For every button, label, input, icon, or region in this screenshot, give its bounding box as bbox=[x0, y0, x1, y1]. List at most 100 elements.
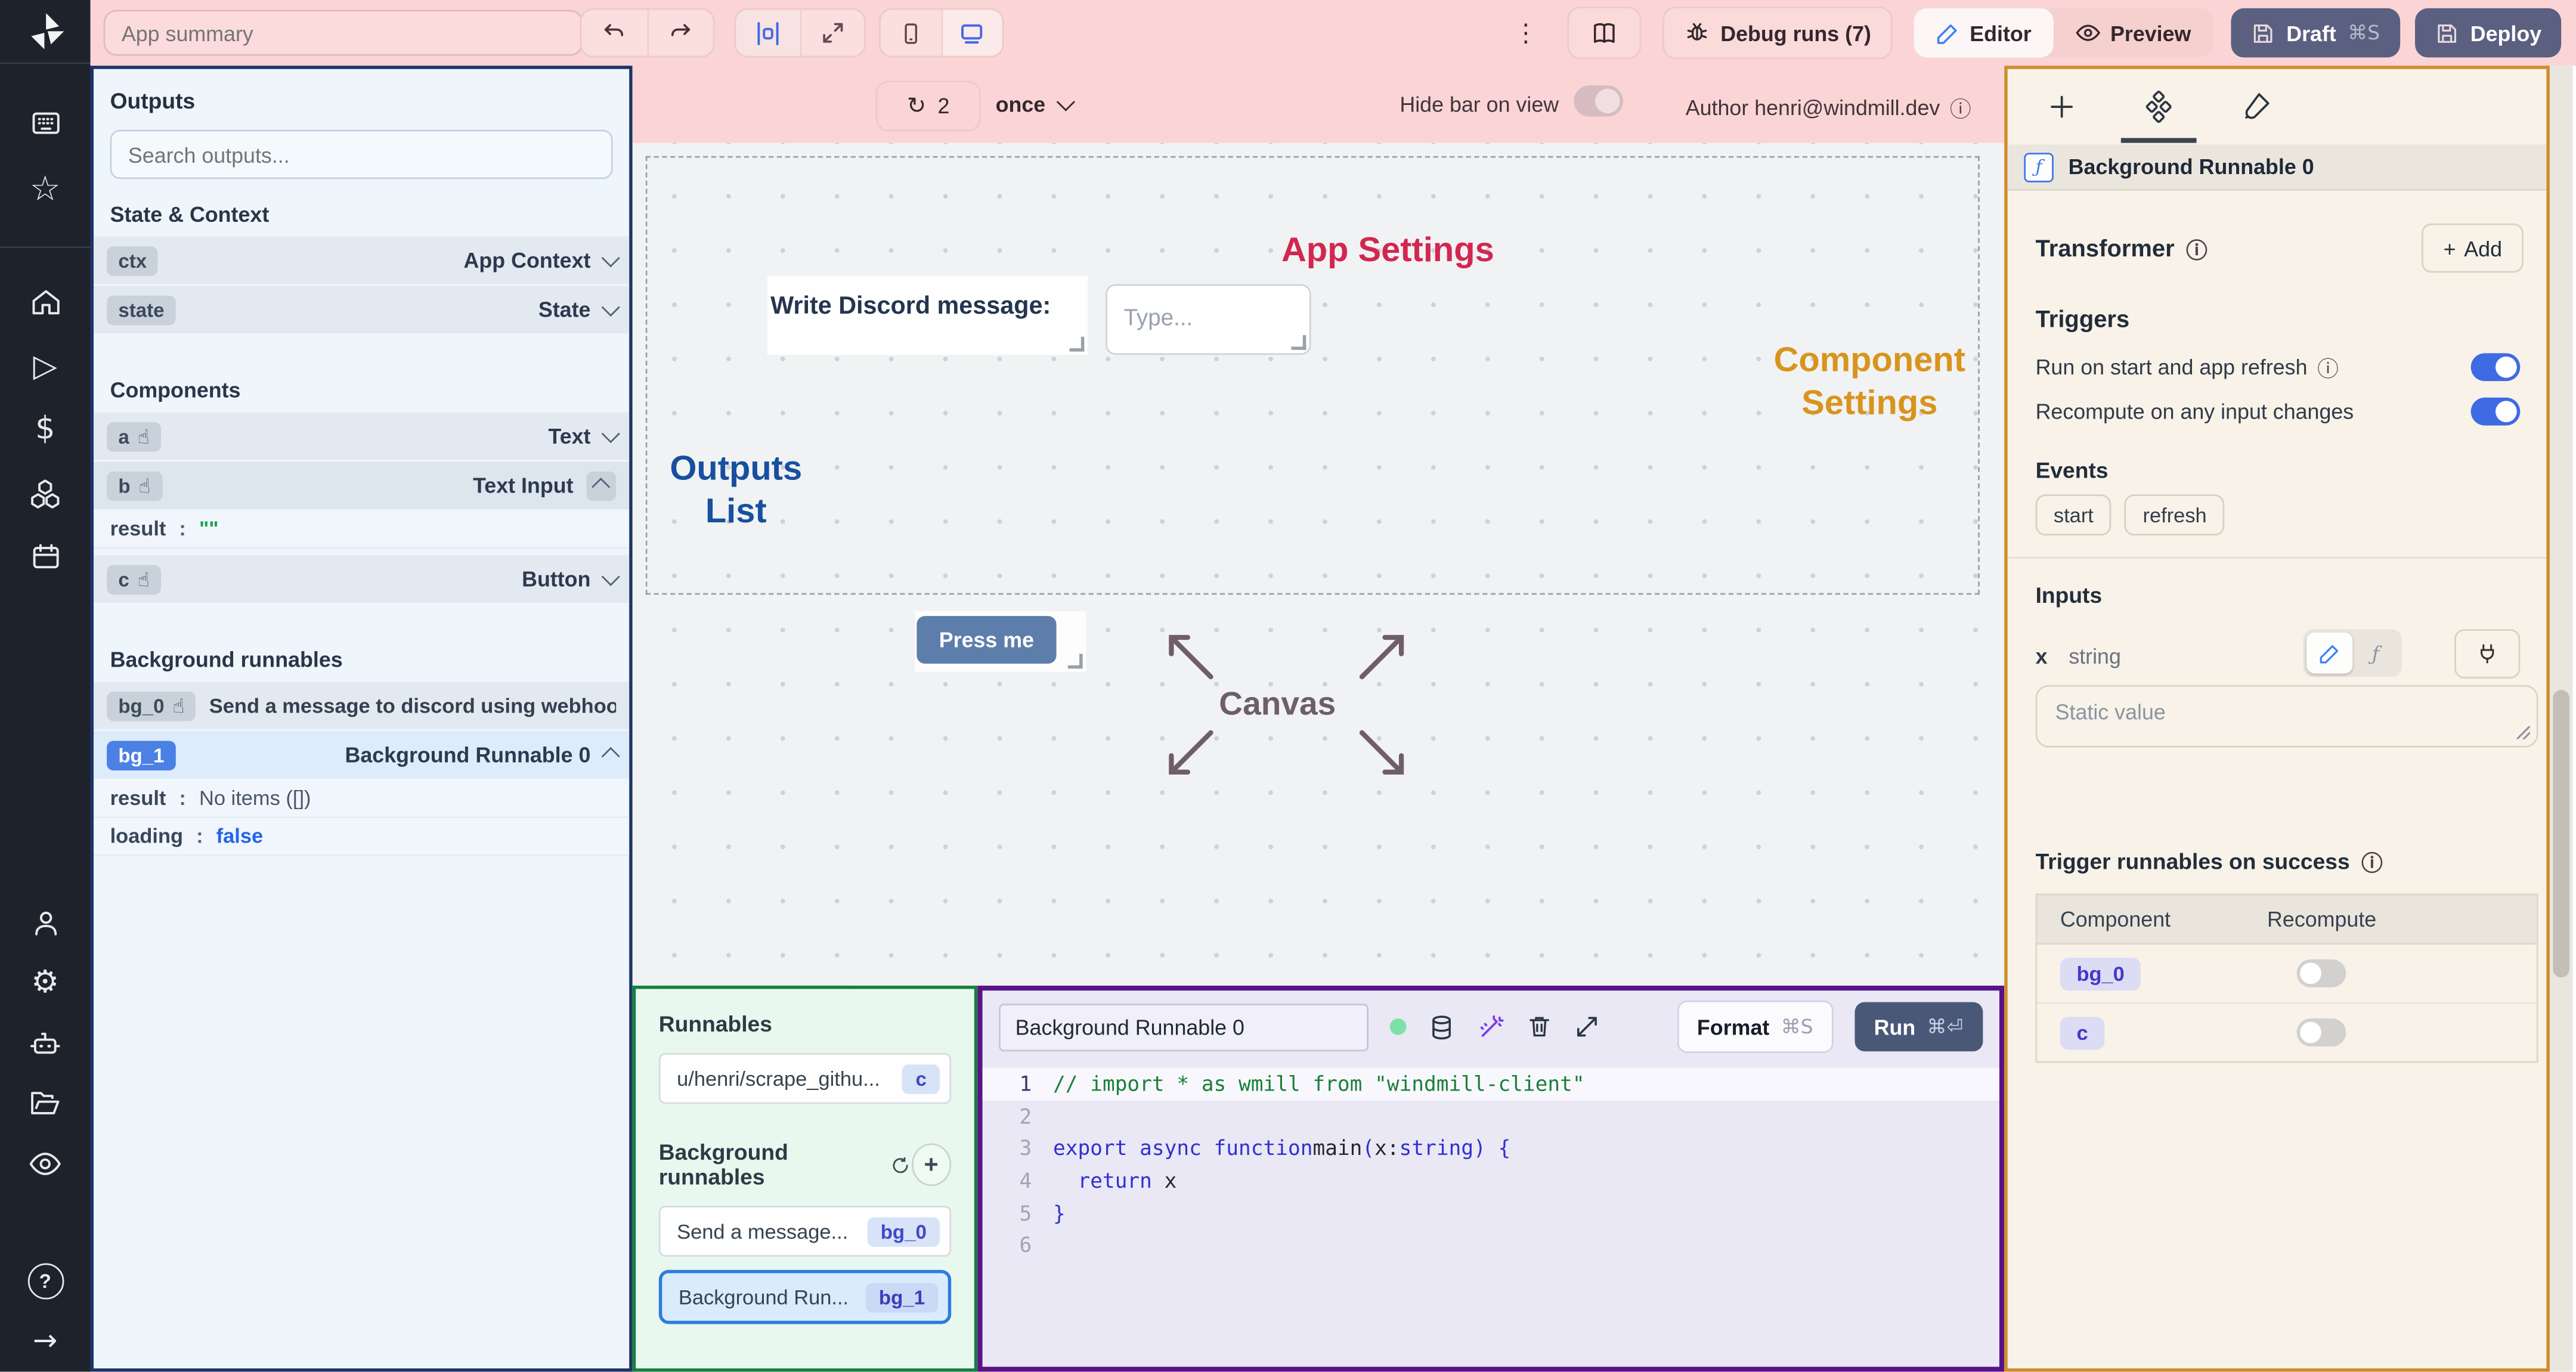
chevron-down-icon[interactable] bbox=[601, 298, 619, 316]
schedule-dropdown[interactable]: once bbox=[996, 80, 1075, 128]
docs-button[interactable] bbox=[1568, 7, 1642, 60]
right-scrollbar[interactable] bbox=[2549, 66, 2573, 1372]
code-editor[interactable]: 1 // import * as wmill from "windmill-cl… bbox=[982, 1067, 1999, 1367]
runnable-item-bg0[interactable]: Send a message... bg_0 bbox=[658, 1206, 952, 1257]
text-input-component-b[interactable]: Type... bbox=[1106, 284, 1311, 355]
connect-plug-icon[interactable] bbox=[2454, 629, 2521, 679]
resize-handle[interactable] bbox=[1069, 336, 1085, 352]
runs-icon[interactable]: ▷ bbox=[0, 335, 91, 398]
events-heading: Events bbox=[2035, 458, 2109, 483]
chevron-down-icon[interactable] bbox=[601, 425, 619, 442]
format-button[interactable]: Format ⌘S bbox=[1677, 1000, 1833, 1054]
run-button[interactable]: Run ⌘⏎ bbox=[1854, 1002, 1983, 1052]
eval-mode-function-icon[interactable]: ƒ bbox=[2352, 633, 2398, 674]
recompute-toggle[interactable] bbox=[2470, 397, 2521, 426]
run-on-start-toggle[interactable] bbox=[2470, 353, 2521, 382]
draft-label: Draft bbox=[2286, 20, 2336, 45]
hide-bar-toggle[interactable] bbox=[1574, 85, 1624, 117]
runnable-name-input[interactable] bbox=[999, 1002, 1368, 1051]
home-icon[interactable] bbox=[0, 271, 91, 335]
runnables-title: Runnables bbox=[658, 1012, 772, 1037]
rail-divider bbox=[0, 62, 91, 64]
schedules-icon[interactable] bbox=[0, 525, 91, 589]
centered-layout-icon[interactable] bbox=[736, 10, 800, 56]
static-mode-pencil-icon[interactable] bbox=[2306, 632, 2353, 674]
text-component-a[interactable]: Write Discord message: bbox=[767, 275, 1088, 355]
static-value-textarea[interactable]: Static value bbox=[2035, 685, 2538, 748]
insert-component-tab[interactable] bbox=[2047, 69, 2077, 143]
press-me-button[interactable]: Press me bbox=[917, 616, 1057, 664]
tab-preview[interactable]: Preview bbox=[2053, 8, 2213, 58]
code-line: 1 // import * as wmill from "windmill-cl… bbox=[982, 1067, 1999, 1100]
settings-tab[interactable] bbox=[2120, 69, 2197, 143]
collapse-arrow-icon[interactable]: → bbox=[0, 1312, 91, 1372]
expand-editor-icon[interactable] bbox=[1574, 1014, 1600, 1040]
info-icon[interactable]: ⓘ bbox=[2361, 846, 2383, 877]
redo-button[interactable] bbox=[646, 10, 713, 56]
add-background-runnable-button[interactable]: + bbox=[911, 1143, 952, 1187]
info-icon[interactable]: ⓘ bbox=[2317, 352, 2339, 383]
info-icon[interactable]: ⓘ bbox=[2186, 233, 2207, 264]
tab-editor[interactable]: Editor bbox=[1914, 8, 2053, 58]
search-outputs-input[interactable] bbox=[110, 129, 613, 179]
scrollbar-thumb[interactable] bbox=[2553, 690, 2569, 978]
ai-wand-icon[interactable] bbox=[1477, 1013, 1505, 1041]
textarea-resize-grip[interactable] bbox=[2516, 726, 2530, 739]
resources-icon[interactable] bbox=[0, 462, 91, 525]
windmill-logo[interactable] bbox=[26, 11, 65, 51]
bg0-recompute-toggle[interactable] bbox=[2296, 959, 2346, 987]
bg0-badge[interactable]: bg_0 bbox=[2060, 956, 2141, 990]
info-icon[interactable]: ⓘ bbox=[1950, 92, 1971, 123]
resize-handle[interactable] bbox=[1291, 335, 1306, 350]
kebab-menu-icon[interactable]: ⋮ bbox=[1513, 18, 1538, 48]
resize-handle[interactable] bbox=[1067, 654, 1083, 669]
output-row-c[interactable]: c ☝ Button bbox=[94, 555, 630, 605]
workers-robot-icon[interactable] bbox=[0, 1013, 91, 1073]
chevron-up-icon[interactable] bbox=[601, 748, 619, 766]
add-transformer-button[interactable]: + Add bbox=[2422, 223, 2524, 273]
input-name: x bbox=[2035, 643, 2048, 669]
deploy-button[interactable]: Deploy bbox=[2414, 8, 2562, 58]
event-refresh-pill[interactable]: refresh bbox=[2125, 494, 2225, 536]
output-row-bg0[interactable]: bg_0 ☝ Send a message to discord using we… bbox=[94, 682, 630, 732]
c-recompute-toggle[interactable] bbox=[2296, 1018, 2346, 1046]
theme-brush-tab[interactable] bbox=[2241, 69, 2272, 143]
apps-icon[interactable] bbox=[0, 90, 91, 157]
delete-trash-icon[interactable] bbox=[1526, 1014, 1552, 1040]
arrow-up-left-icon bbox=[1169, 634, 1213, 680]
c-badge: c bbox=[118, 567, 129, 591]
desktop-view-icon[interactable] bbox=[940, 10, 1002, 56]
mobile-view-icon[interactable] bbox=[881, 10, 941, 56]
selected-runnable-header[interactable]: ƒ Background Runnable 0 bbox=[2007, 144, 2547, 191]
c-badge[interactable]: c bbox=[2060, 1016, 2105, 1049]
audit-eye-icon[interactable] bbox=[0, 1133, 91, 1194]
folders-icon[interactable] bbox=[0, 1073, 91, 1133]
output-row-ctx[interactable]: ctx App Context bbox=[94, 236, 630, 286]
debug-runs-button[interactable]: Debug runs (7) bbox=[1662, 7, 1893, 60]
user-icon[interactable] bbox=[0, 893, 91, 953]
settings-gear-icon[interactable]: ⚙ bbox=[0, 953, 91, 1013]
output-row-a[interactable]: a ☝ Text bbox=[94, 412, 630, 462]
chevron-down-icon[interactable] bbox=[601, 568, 619, 586]
runnable-item-bg1-selected[interactable]: Background Run... bg_1 bbox=[658, 1269, 952, 1324]
draft-button[interactable]: Draft ⌘S bbox=[2230, 8, 2400, 58]
fullscreen-layout-icon[interactable] bbox=[799, 10, 864, 56]
preview-label: Preview bbox=[2110, 20, 2191, 45]
output-row-b[interactable]: b ☝ Text Input bbox=[94, 462, 630, 511]
output-row-state[interactable]: state State bbox=[94, 286, 630, 336]
chevron-down-icon[interactable] bbox=[601, 249, 619, 267]
app-summary-input[interactable] bbox=[103, 10, 584, 56]
chevron-up-icon[interactable] bbox=[586, 470, 617, 500]
favorites-star-icon[interactable]: ☆ bbox=[0, 157, 91, 224]
component-settings-panel: ƒ Background Runnable 0 Transformer ⓘ + A… bbox=[2004, 66, 2550, 1372]
undo-button[interactable] bbox=[581, 10, 646, 56]
event-start-pill[interactable]: start bbox=[2035, 494, 2112, 536]
database-icon[interactable] bbox=[1428, 1013, 1456, 1041]
refresh-count-button[interactable]: ↻ 2 bbox=[875, 80, 981, 132]
result-key: result bbox=[110, 517, 166, 541]
editor-preview-segment: Editor Preview bbox=[1914, 8, 2213, 58]
output-row-bg1[interactable]: bg_1 Background Runnable 0 bbox=[94, 731, 630, 781]
runnable-item-c[interactable]: u/henri/scrape_githu... c bbox=[658, 1053, 952, 1104]
help-icon[interactable]: ? bbox=[0, 1252, 91, 1312]
variables-icon[interactable]: $ bbox=[0, 398, 91, 462]
